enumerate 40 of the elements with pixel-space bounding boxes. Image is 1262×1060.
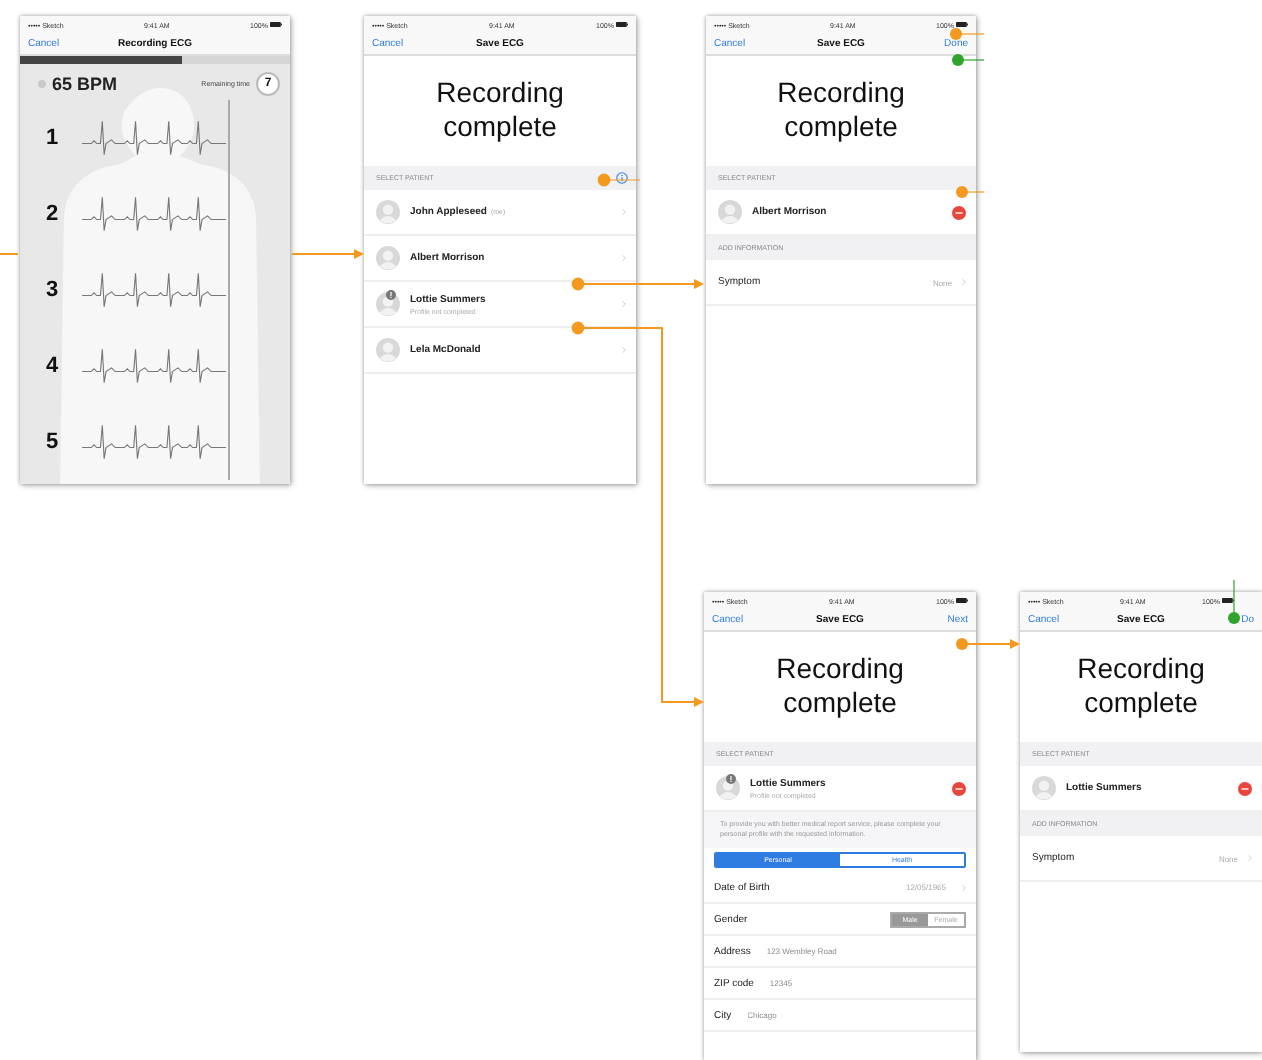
- info-icon[interactable]: [616, 172, 628, 184]
- avatar-icon: [376, 200, 400, 224]
- heart-rate-value: 65 BPM: [52, 74, 120, 94]
- ecg-trace: [82, 344, 226, 388]
- delete-icon[interactable]: [1238, 781, 1252, 795]
- heading-text: Recording complete: [1075, 652, 1207, 720]
- battery-icon: [955, 22, 968, 28]
- hotspot-dot: [952, 54, 964, 66]
- avatar-icon: [718, 200, 742, 224]
- hotspot-dot: [571, 277, 585, 291]
- hotspot-dot: [950, 28, 962, 40]
- connector-arrow: [291, 249, 364, 259]
- leader-line: [0, 253, 19, 255]
- heading-text: Recording complete: [775, 76, 907, 144]
- lead-number: 1: [46, 126, 61, 150]
- avatar-icon: [376, 246, 400, 270]
- hotspot-dot: [597, 173, 611, 187]
- battery-icon: [615, 22, 628, 28]
- hotspot-dot: [956, 638, 968, 650]
- lead-number: 5: [46, 430, 61, 454]
- lead-number: 4: [46, 354, 61, 378]
- ecg-trace: [82, 420, 226, 464]
- heading-text: Recording complete: [774, 652, 906, 720]
- ecg-trace: [82, 192, 226, 236]
- ecg-trace: [82, 268, 226, 312]
- hotspot-dot: [956, 186, 968, 198]
- lead-number: 2: [46, 202, 61, 226]
- delete-icon[interactable]: [952, 781, 966, 795]
- battery-icon: [1221, 598, 1234, 604]
- avatar-icon: [1032, 776, 1056, 800]
- ecg-trace: [82, 116, 226, 160]
- lead-number: 3: [46, 278, 61, 302]
- hotspot-dot: [571, 321, 585, 335]
- battery-icon: [269, 22, 282, 28]
- battery-icon: [955, 598, 968, 604]
- avatar-icon: [376, 338, 400, 362]
- status-dot-icon: [38, 80, 46, 88]
- delete-icon[interactable]: [952, 205, 966, 219]
- heading-text: Recording complete: [434, 76, 566, 144]
- hotspot-dot: [1228, 612, 1240, 624]
